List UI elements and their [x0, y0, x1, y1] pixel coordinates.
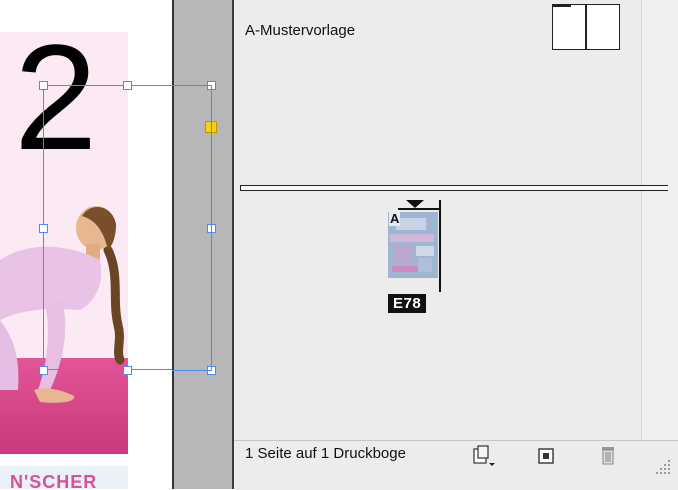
selection-frame-right-edge — [211, 85, 212, 370]
master-spread-divider — [585, 5, 587, 49]
page-number-label[interactable]: E78 — [388, 294, 427, 313]
thumb-block — [416, 246, 434, 256]
thumb-block — [390, 234, 434, 242]
page-count-status: 1 Seite auf 1 Druckboge — [245, 445, 406, 462]
resize-handle-bottom-middle[interactable] — [123, 366, 132, 375]
thumb-block — [396, 218, 426, 230]
resize-handle-top-middle[interactable] — [123, 81, 132, 90]
spread-spine — [439, 200, 441, 292]
spread-indicator-arrow-icon — [406, 200, 424, 208]
selection-frame-top-edge-extension — [172, 85, 212, 86]
panel-scroll-area[interactable] — [641, 0, 678, 440]
panel-footer: 1 Seite auf 1 Druckboge — [234, 440, 678, 490]
master-page-thumbnail[interactable] — [552, 4, 620, 50]
thumb-block — [418, 258, 432, 272]
new-page-icon[interactable] — [534, 443, 560, 469]
page-thumbnail[interactable]: A — [388, 212, 438, 278]
resize-grip-icon[interactable] — [654, 458, 672, 476]
delete-page-icon[interactable] — [596, 443, 622, 469]
thumb-block — [394, 246, 414, 264]
resize-handle-bottom-left[interactable] — [39, 366, 48, 375]
spread-top-bar — [398, 208, 440, 210]
panel-section-divider[interactable] — [240, 185, 668, 191]
document-canvas[interactable]: 2 N'SCHER — [0, 0, 172, 489]
edit-page-size-icon[interactable] — [470, 443, 496, 469]
resize-handle-left-middle[interactable] — [39, 224, 48, 233]
selection-frame-bottom-edge-extension — [172, 370, 212, 371]
selection-frame[interactable] — [43, 85, 172, 370]
page-spread[interactable]: A E78 — [388, 196, 444, 316]
master-page-label[interactable]: A-Mustervorlage — [245, 22, 355, 39]
pasteboard-gutter — [172, 0, 232, 489]
master-page-corner — [553, 5, 571, 7]
resize-handle-top-left[interactable] — [39, 81, 48, 90]
pages-panel: A-Mustervorlage A E78 1 Seite auf 1 Druc… — [232, 0, 678, 490]
master-prefix-label: A — [389, 212, 401, 226]
heading-fragment[interactable]: N'SCHER — [10, 472, 97, 489]
